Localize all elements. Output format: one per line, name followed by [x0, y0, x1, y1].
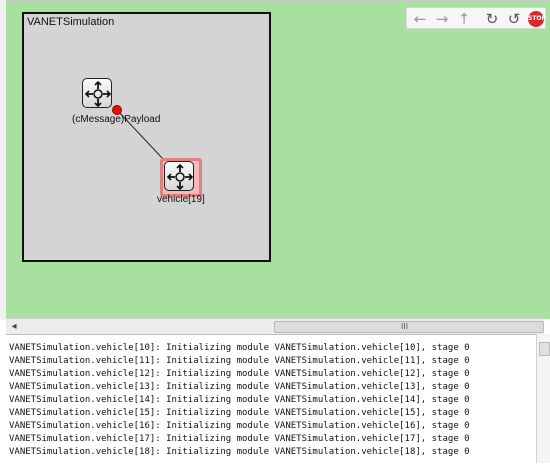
canvas-toolbar: ← → ↑ ↻ ↺ STOP: [406, 7, 546, 29]
simulation-canvas[interactable]: VANETSimulation (cMessage)Payload vehicl…: [6, 0, 550, 319]
log-line: VANETSimulation.vehicle[11]: Initializin…: [9, 356, 470, 366]
stop-button[interactable]: STOP: [528, 11, 546, 27]
log-line: VANETSimulation.vehicle[16]: Initializin…: [9, 421, 470, 431]
log-line: VANETSimulation.vehicle[18]: Initializin…: [9, 447, 470, 457]
log-line: VANETSimulation.vehicle[17]: Initializin…: [9, 434, 470, 444]
horizontal-scroll-thumb[interactable]: III: [274, 321, 544, 333]
up-arrow-icon[interactable]: ↑: [455, 10, 473, 28]
zoom-out-icon[interactable]: ↺: [505, 10, 523, 28]
horizontal-scrollbar[interactable]: ◂ III: [6, 318, 544, 334]
payload-module-label: (cMessage)Payload: [72, 114, 161, 125]
log-line: VANETSimulation.vehicle[10]: Initializin…: [9, 343, 470, 353]
scroll-left-arrow-icon[interactable]: ◂: [8, 319, 20, 334]
network-compound-module[interactable]: VANETSimulation: [22, 12, 271, 262]
log-line: VANETSimulation.vehicle[14]: Initializin…: [9, 395, 470, 405]
payload-module-icon[interactable]: [82, 78, 112, 108]
log-line: VANETSimulation.vehicle[13]: Initializin…: [9, 382, 470, 392]
log-output-panel[interactable]: VANETSimulation.vehicle[10]: Initializin…: [6, 334, 536, 464]
zoom-in-icon[interactable]: ↻: [483, 10, 501, 28]
vehicle-module-icon[interactable]: [164, 161, 194, 191]
network-title: VANETSimulation: [27, 16, 115, 28]
vertical-scrollbar[interactable]: [536, 334, 550, 463]
log-line: VANETSimulation.vehicle[15]: Initializin…: [9, 408, 470, 418]
log-line: VANETSimulation.vehicle[12]: Initializin…: [9, 369, 470, 379]
scroll-grip-icon: III: [401, 322, 409, 331]
vehicle-module-label: vehicle[19]: [157, 194, 205, 205]
back-arrow-icon[interactable]: ←: [411, 10, 429, 28]
vertical-scroll-thumb[interactable]: [539, 342, 550, 356]
forward-arrow-icon[interactable]: →: [433, 10, 451, 28]
